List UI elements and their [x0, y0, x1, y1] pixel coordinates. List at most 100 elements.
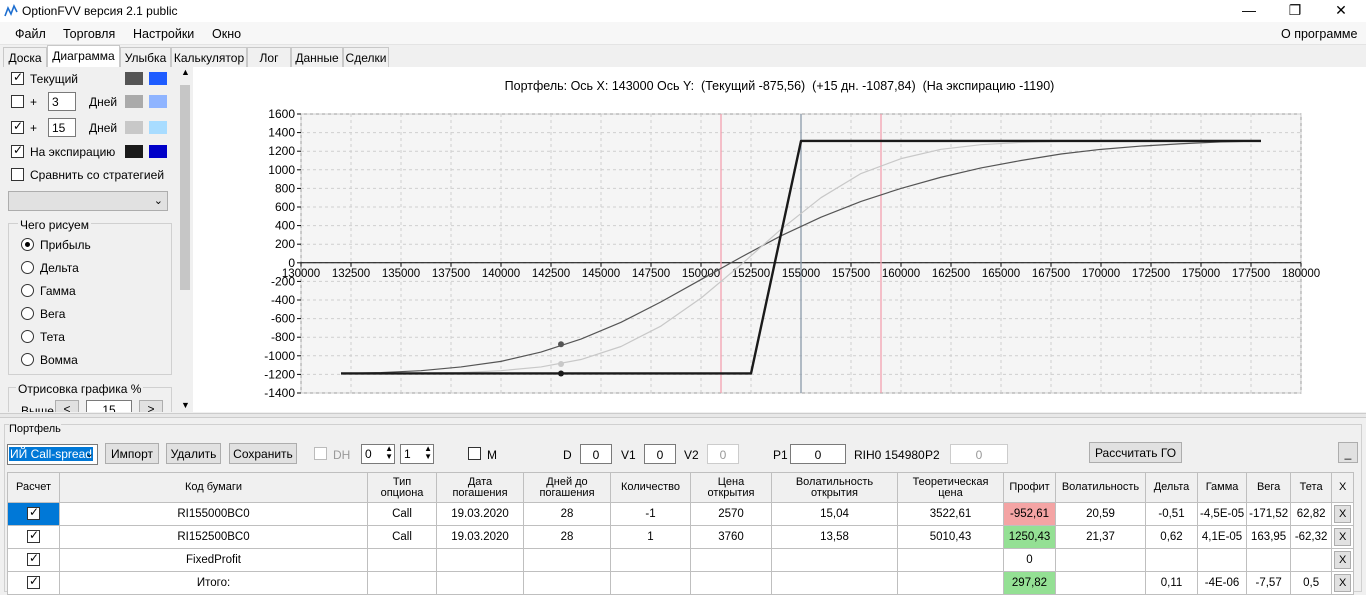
close-icon[interactable]: ✕ [1318, 2, 1364, 19]
menu-file[interactable]: Файл [15, 27, 46, 41]
col-days-left[interactable]: Дней до погашения [523, 472, 611, 503]
col-quantity[interactable]: Количество [610, 472, 691, 503]
import-button[interactable]: Импорт [105, 443, 159, 464]
expiry-color-2[interactable] [149, 145, 167, 158]
menu-settings[interactable]: Настройки [133, 27, 194, 41]
spin2-input[interactable]: 1 ▲ ▼ [400, 444, 434, 464]
col-delta[interactable]: Дельта [1145, 472, 1198, 503]
menu-about[interactable]: О программе [1281, 27, 1357, 41]
current-color-1[interactable] [125, 72, 143, 85]
table-row[interactable]: RI155000BC0Call19.03.202028-1257015,0435… [7, 502, 1355, 526]
col-type[interactable]: Тип опциона [367, 472, 437, 503]
col-volatility[interactable]: Волатильность [1055, 472, 1146, 503]
spin2-arrows-icon[interactable]: ▲ ▼ [424, 445, 432, 461]
scroll-up-icon[interactable]: ▲ [181, 67, 190, 77]
row-remove-button[interactable]: X [1334, 551, 1352, 569]
tab-board[interactable]: Доска [3, 47, 47, 67]
row-calc-cell[interactable] [7, 571, 60, 595]
calc-go-button[interactable]: Рассчитать ГО [1089, 442, 1182, 463]
current-checkbox[interactable] [11, 70, 24, 85]
row-calc-cell[interactable] [7, 502, 60, 526]
col-vega[interactable]: Вега [1246, 472, 1292, 503]
col-open-price[interactable]: Цена открытия [690, 472, 772, 503]
m-checkbox[interactable] [468, 447, 481, 460]
spin1-arrows-icon[interactable]: ▲ ▼ [385, 445, 393, 461]
col-calc[interactable]: Расчет [7, 472, 60, 503]
strategy-compare-select[interactable]: ⌄ [8, 191, 168, 211]
row-calc-checkbox[interactable] [27, 505, 40, 520]
left-panel-scrollbar[interactable]: ▲ ▼ [178, 67, 192, 412]
days15-color-2[interactable] [149, 121, 167, 134]
row-calc-checkbox[interactable] [27, 551, 40, 566]
x-tick-label: 177500 [1232, 268, 1270, 280]
menu-trade[interactable]: Торговля [63, 27, 115, 41]
dh-checkbox[interactable] [314, 447, 327, 460]
y-tick-label: 600 [275, 200, 295, 214]
x-tick-label: 167500 [1032, 268, 1070, 280]
p2-input[interactable]: 0 [950, 444, 1008, 464]
scroll-down-icon[interactable]: ▼ [181, 400, 190, 410]
radio-delta[interactable] [21, 261, 34, 274]
col-open-vol[interactable]: Волатильность открытия [771, 472, 898, 503]
table-row[interactable]: FixedProfit 0 X [7, 548, 1355, 572]
days3-input[interactable]: 3 [48, 92, 76, 111]
tab-diagram[interactable]: Диаграмма [47, 45, 120, 68]
profit-chart[interactable]: 130000 132500 135000 137500 140000 142500 1450… [193, 67, 1366, 412]
above-input[interactable]: 15 [86, 400, 132, 412]
col-expiry-date[interactable]: Дата погашения [436, 472, 524, 503]
radio-theta[interactable] [21, 330, 34, 343]
row-calc-cell[interactable] [7, 548, 60, 572]
days15-input[interactable]: 15 [48, 118, 76, 137]
v2-input[interactable]: 0 [707, 444, 739, 464]
tab-data[interactable]: Данные [291, 47, 343, 67]
expiry-checkbox[interactable] [11, 143, 24, 158]
delete-button[interactable]: Удалить [166, 443, 221, 464]
above-decrease-button[interactable]: < [55, 400, 79, 412]
col-code[interactable]: Код бумаги [59, 472, 368, 503]
row-calc-cell[interactable] [7, 525, 60, 549]
days3-checkbox[interactable] [11, 95, 24, 108]
col-gamma[interactable]: Гамма [1196, 472, 1248, 503]
x-tick-label: 142500 [532, 268, 570, 280]
expiry-color-1[interactable] [125, 145, 143, 158]
strategy-select[interactable]: ИЙ Call-spread ⌄ [7, 444, 98, 465]
table-row[interactable]: Итого: 297,82 0,11-4E-06-7,570,5X [7, 571, 1355, 595]
minimize-icon[interactable]: — [1226, 2, 1272, 18]
menu-window[interactable]: Окно [212, 27, 241, 41]
radio-profit[interactable] [21, 238, 34, 251]
days3-color-2[interactable] [149, 95, 167, 108]
radio-vega[interactable] [21, 307, 34, 320]
days15-color-1[interactable] [125, 121, 143, 134]
row-remove-button[interactable]: X [1334, 574, 1352, 592]
save-button[interactable]: Сохранить [229, 443, 297, 464]
portfolio-minimize-button[interactable]: _ [1338, 442, 1358, 463]
tab-calculator[interactable]: Калькулятор [171, 47, 247, 67]
col-theo-price[interactable]: Теоретическая цена [897, 472, 1004, 503]
above-increase-button[interactable]: > [139, 400, 163, 412]
radio-gamma[interactable] [21, 284, 34, 297]
portfolio-title: Портфель [9, 423, 61, 435]
row-calc-checkbox[interactable] [27, 574, 40, 589]
d-input[interactable]: 0 [580, 444, 612, 464]
col-profit[interactable]: Профит [1003, 472, 1056, 503]
tab-log[interactable]: Лог [247, 47, 291, 67]
scroll-thumb[interactable] [180, 85, 190, 290]
days3-color-1[interactable] [125, 95, 143, 108]
row-remove-button[interactable]: X [1334, 505, 1352, 523]
spin1-input[interactable]: 0 ▲ ▼ [361, 444, 395, 464]
table-row[interactable]: RI152500BC0Call19.03.2020281376013,58501… [7, 525, 1355, 549]
cell-open-vol [771, 571, 898, 595]
cell-code: FixedProfit [59, 548, 368, 572]
row-calc-checkbox[interactable] [27, 528, 40, 543]
days15-checkbox[interactable] [11, 119, 24, 134]
current-color-2[interactable] [149, 72, 167, 85]
maximize-icon[interactable]: ❐ [1272, 2, 1318, 19]
tab-smile[interactable]: Улыбка [120, 47, 171, 67]
radio-vomma[interactable] [21, 353, 34, 366]
v1-input[interactable]: 0 [644, 444, 676, 464]
p1-input[interactable]: 0 [790, 444, 846, 464]
col-theta[interactable]: Тета [1290, 472, 1333, 503]
row-remove-button[interactable]: X [1334, 528, 1352, 546]
compare-checkbox[interactable] [11, 168, 24, 181]
tab-deals[interactable]: Сделки [343, 47, 389, 67]
